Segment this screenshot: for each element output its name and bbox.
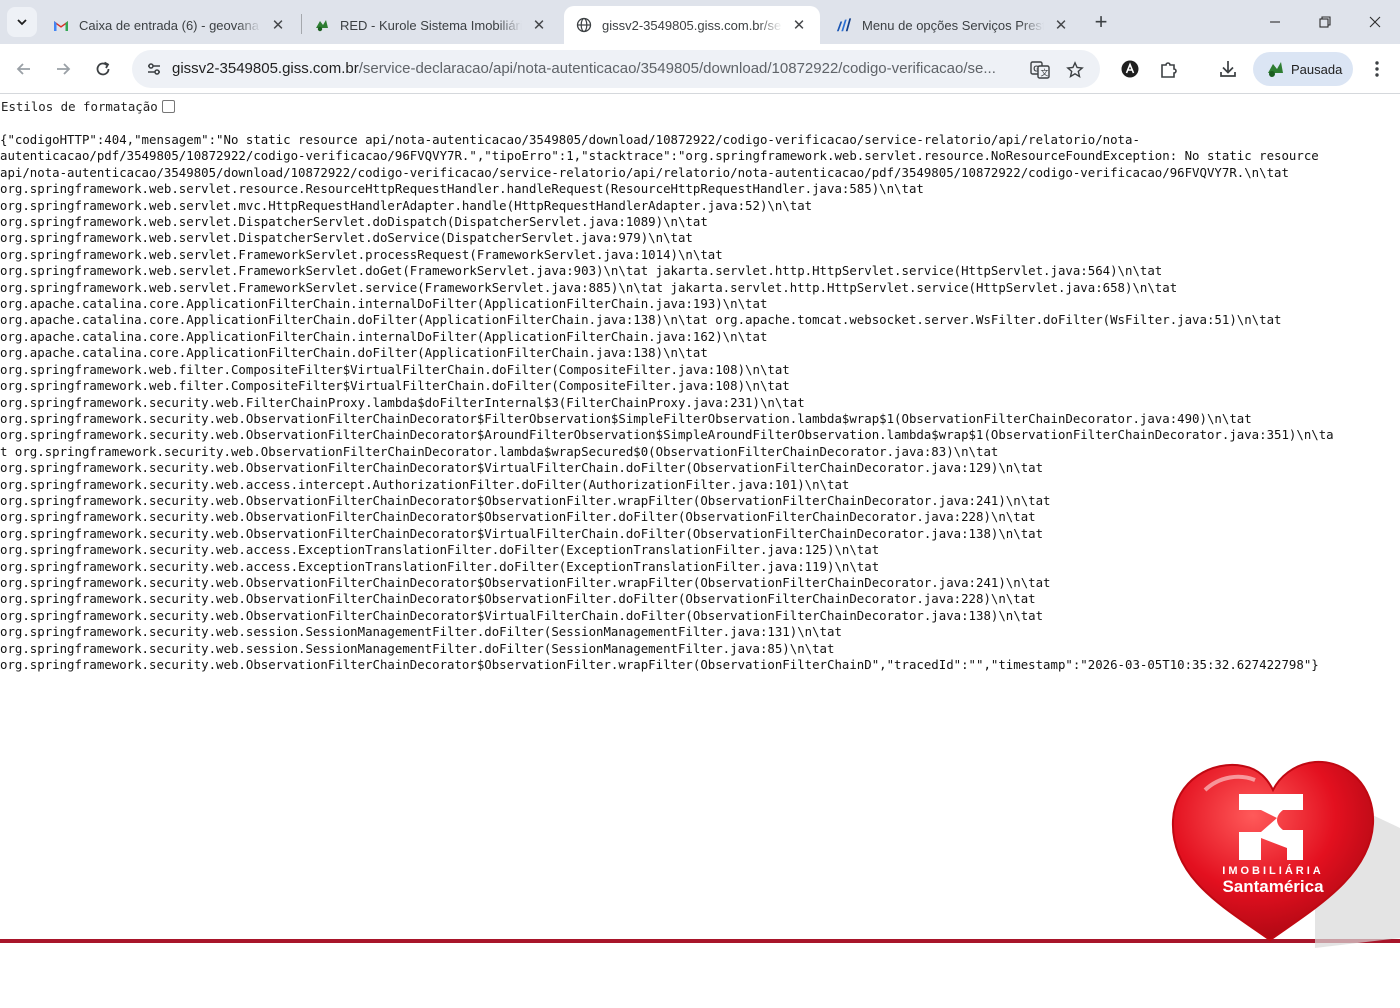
logo-line1: IMOBILIÁRIA xyxy=(1222,865,1324,877)
url-text[interactable]: gissv2-3549805.giss.com.br/service-decla… xyxy=(172,60,1014,78)
forward-button[interactable] xyxy=(47,53,79,85)
url-domain: gissv2-3549805.giss.com.br xyxy=(172,60,359,77)
pretty-print-checkbox[interactable] xyxy=(161,99,175,113)
bookmark-star-icon[interactable] xyxy=(1062,57,1088,83)
arrow-right-icon xyxy=(57,63,71,75)
json-line: org.springframework.security.web.Observa… xyxy=(0,493,1051,508)
close-icon[interactable]: ✕ xyxy=(1052,16,1070,34)
json-line: org.springframework.web.servlet.Framewor… xyxy=(0,247,723,262)
json-line: org.springframework.security.web.Observa… xyxy=(0,608,1044,623)
menu-kebab-icon[interactable] xyxy=(1363,55,1391,83)
profile-button[interactable]: Pausada xyxy=(1253,52,1353,86)
json-line: org.springframework.security.web.FilterC… xyxy=(0,395,805,410)
json-line: t org.springframework.security.web.Obser… xyxy=(0,444,999,459)
minimize-button[interactable] xyxy=(1250,0,1300,44)
json-line: org.springframework.security.web.access.… xyxy=(0,543,880,558)
json-line: org.springframework.security.web.access.… xyxy=(0,477,850,492)
json-line: org.springframework.security.web.Observa… xyxy=(0,510,1036,525)
tab-giss-active[interactable]: gissv2-3549805.giss.com.br/service ✕ xyxy=(564,6,820,44)
json-line: org.springframework.web.filter.Composite… xyxy=(0,362,790,377)
svg-text:文: 文 xyxy=(1041,68,1049,78)
json-line: api/nota-autenticacao/3549805/download/1… xyxy=(0,165,1289,180)
restore-icon xyxy=(1319,16,1331,28)
json-line: org.springframework.security.web.access.… xyxy=(0,559,880,574)
json-line: org.springframework.security.web.Observa… xyxy=(0,658,1319,672)
close-icon xyxy=(1369,16,1381,28)
json-line: org.springframework.security.web.Observa… xyxy=(0,592,1036,607)
json-line: org.springframework.web.servlet.Framewor… xyxy=(0,264,1163,279)
gmail-icon xyxy=(53,17,69,33)
pretty-print-toggle[interactable]: Estilos de formatação xyxy=(1,97,175,115)
url-path: /service-declaracao/api/nota-autenticaca… xyxy=(358,60,996,77)
reload-icon xyxy=(96,61,110,76)
arrow-left-icon xyxy=(16,63,30,75)
close-icon[interactable]: ✕ xyxy=(790,16,808,34)
reload-button[interactable] xyxy=(87,53,119,85)
json-line: org.apache.catalina.core.ApplicationFilt… xyxy=(0,313,1282,328)
chevron-down-icon xyxy=(17,19,27,26)
site-info-icon[interactable] xyxy=(140,55,168,83)
logo-line2: Santamérica xyxy=(1222,877,1324,896)
tab-gmail[interactable]: Caixa de entrada (6) - geovana ✕ xyxy=(41,6,299,44)
tab-title: Caixa de entrada (6) - geovana xyxy=(79,17,261,33)
tab-strip: Caixa de entrada (6) - geovana ✕ RED - K… xyxy=(0,0,1400,44)
address-bar[interactable]: gissv2-3549805.giss.com.br/service-decla… xyxy=(132,50,1100,88)
json-line: autenticacao/pdf/3549805/10872922/codigo… xyxy=(0,149,1319,164)
profile-status-label: Pausada xyxy=(1291,61,1343,77)
json-line: org.springframework.web.filter.Composite… xyxy=(0,379,790,394)
json-line: org.springframework.web.servlet.Dispatch… xyxy=(0,215,708,230)
extension-a-icon[interactable] xyxy=(1116,55,1144,83)
json-line: org.apache.catalina.core.ApplicationFilt… xyxy=(0,329,768,344)
json-response-body: {"codigoHTTP":404,"mensagem":"No static … xyxy=(0,132,1400,673)
json-line: org.springframework.security.web.Observa… xyxy=(0,575,1051,590)
json-line: org.apache.catalina.core.ApplicationFilt… xyxy=(0,297,768,312)
tab-title: gissv2-3549805.giss.com.br/service xyxy=(602,17,782,33)
santamerica-heart-logo xyxy=(1171,760,1400,948)
pretty-print-label: Estilos de formatação xyxy=(1,98,158,114)
json-line: org.springframework.web.servlet.resource… xyxy=(0,182,924,197)
translate-icon[interactable]: G文 xyxy=(1027,57,1053,83)
chart-logo-icon xyxy=(836,17,852,33)
avatar-icon xyxy=(1265,59,1285,79)
new-tab-button[interactable]: + xyxy=(1088,9,1114,35)
close-icon[interactable]: ✕ xyxy=(269,16,287,34)
red-logo-icon xyxy=(314,17,330,33)
json-line: org.springframework.security.web.Observa… xyxy=(0,526,1044,541)
tab-title: RED - Kurole Sistema Imobiliário xyxy=(340,17,522,33)
minimize-icon xyxy=(1270,21,1280,23)
restore-button[interactable] xyxy=(1300,0,1350,44)
json-line: org.springframework.web.servlet.mvc.Http… xyxy=(0,198,813,213)
json-line: org.springframework.security.web.Observa… xyxy=(0,411,1252,426)
browser-toolbar: gissv2-3549805.giss.com.br/service-decla… xyxy=(0,44,1400,94)
json-line: org.springframework.security.web.Observa… xyxy=(0,461,1044,476)
close-icon[interactable]: ✕ xyxy=(530,16,548,34)
extensions-puzzle-icon[interactable] xyxy=(1155,55,1183,83)
tab-search-button[interactable] xyxy=(7,7,37,37)
json-line: org.springframework.security.web.Observa… xyxy=(0,428,1334,443)
globe-icon xyxy=(576,17,592,33)
json-line: org.springframework.web.servlet.Framewor… xyxy=(0,280,1178,295)
json-line: org.springframework.security.web.session… xyxy=(0,625,842,640)
json-line: {"codigoHTTP":404,"mensagem":"No static … xyxy=(0,133,1140,147)
tab-red-kurole[interactable]: RED - Kurole Sistema Imobiliário ✕ xyxy=(302,6,560,44)
json-line: org.springframework.web.servlet.Dispatch… xyxy=(0,231,693,246)
tab-title: Menu de opções Serviços Prestados xyxy=(862,17,1044,33)
back-button[interactable] xyxy=(8,53,40,85)
tab-servicos[interactable]: Menu de opções Serviços Prestados ✕ xyxy=(824,6,1082,44)
json-line: org.springframework.security.web.session… xyxy=(0,641,835,656)
download-icon[interactable] xyxy=(1214,55,1242,83)
close-window-button[interactable] xyxy=(1350,0,1400,44)
json-line: org.apache.catalina.core.ApplicationFilt… xyxy=(0,346,708,361)
